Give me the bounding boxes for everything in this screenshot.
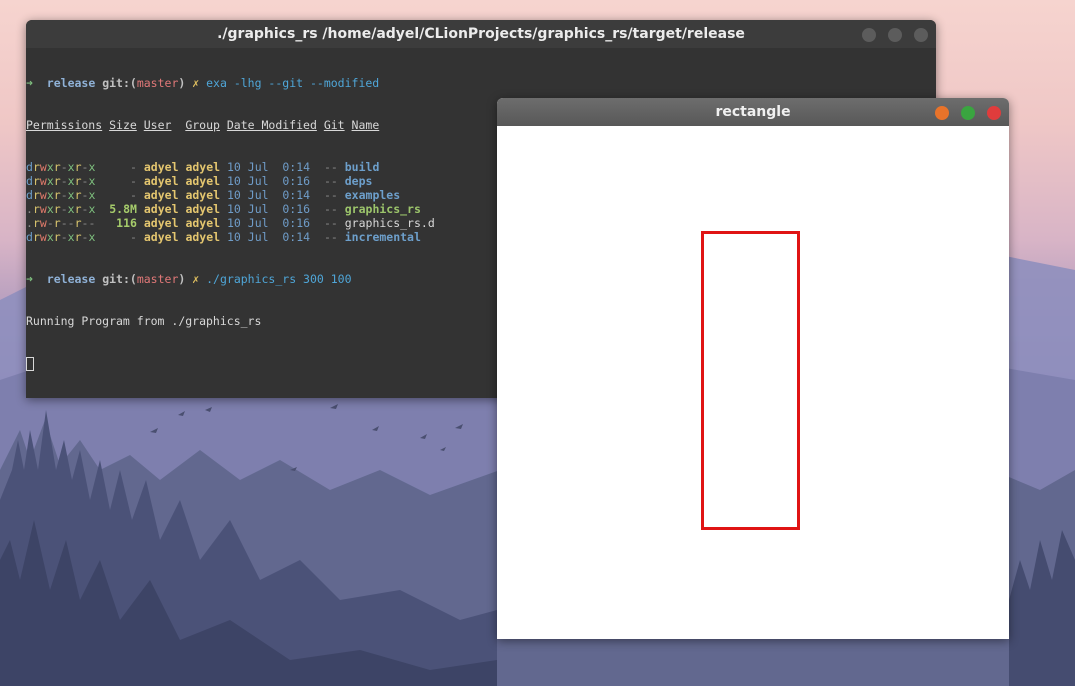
prompt-branch: master xyxy=(136,76,179,90)
rectangle-titlebar[interactable]: rectangle xyxy=(497,98,1009,126)
close-button[interactable] xyxy=(914,28,928,42)
row-date: 10 Jul 0:14 xyxy=(227,188,311,202)
row-git: -- xyxy=(323,160,338,174)
prompt-dir: release xyxy=(46,272,96,286)
header-size: Size xyxy=(109,118,137,132)
row-git: -- xyxy=(323,202,338,216)
row-user: adyel xyxy=(143,216,179,230)
row-group: adyel xyxy=(185,174,221,188)
terminal-window-controls xyxy=(862,28,928,42)
row-git: -- xyxy=(323,216,338,230)
row-user: adyel xyxy=(143,188,179,202)
row-name: build xyxy=(344,160,380,174)
row-group: adyel xyxy=(185,188,221,202)
row-date: 10 Jul 0:16 xyxy=(227,174,311,188)
row-permissions: drwxr-xr-x xyxy=(26,188,96,202)
terminal-titlebar[interactable]: ./graphics_rs /home/adyel/CLionProjects/… xyxy=(26,20,936,48)
row-permissions: .rw-r--r-- xyxy=(26,216,96,230)
row-git: -- xyxy=(323,188,338,202)
maximize-button[interactable] xyxy=(961,106,975,120)
command-text: exa -lhg --git --modified xyxy=(206,76,380,90)
row-group: adyel xyxy=(185,216,221,230)
row-git: -- xyxy=(323,174,338,188)
prompt-git: git:( xyxy=(102,272,137,286)
row-size: 5.8M xyxy=(102,202,137,216)
row-date: 10 Jul 0:16 xyxy=(227,202,311,216)
terminal-cursor xyxy=(26,356,34,371)
header-name: Name xyxy=(351,118,380,132)
row-size: - xyxy=(102,230,137,244)
header-git: Git xyxy=(323,118,345,132)
row-user: adyel xyxy=(143,174,179,188)
rectangle-window-controls xyxy=(935,106,1001,120)
row-permissions: drwxr-xr-x xyxy=(26,160,96,174)
prompt-arrow-icon: ➜ xyxy=(26,272,33,286)
header-permissions: Permissions xyxy=(26,118,103,132)
row-name: examples xyxy=(344,188,401,202)
row-user: adyel xyxy=(143,202,179,216)
row-size: 116 xyxy=(102,216,137,230)
row-name: deps xyxy=(344,174,373,188)
dirty-icon: ✗ xyxy=(192,272,200,286)
prompt-git-end: ) xyxy=(178,76,186,90)
row-date: 10 Jul 0:16 xyxy=(227,216,311,230)
row-size: - xyxy=(102,160,137,174)
row-permissions: drwxr-xr-x xyxy=(26,230,96,244)
drawing-canvas[interactable] xyxy=(497,126,1009,639)
red-rectangle-shape xyxy=(701,231,800,530)
prompt-line-1: ➜ release git:(master) ✗ exa -lhg --git … xyxy=(26,76,936,90)
prompt-dir: release xyxy=(46,76,96,90)
minimize-button[interactable] xyxy=(935,106,949,120)
row-group: adyel xyxy=(185,160,221,174)
row-name: graphics_rs.d xyxy=(344,216,435,230)
row-git: -- xyxy=(323,230,338,244)
row-name: incremental xyxy=(344,230,421,244)
row-user: adyel xyxy=(143,160,179,174)
row-group: adyel xyxy=(185,230,221,244)
row-date: 10 Jul 0:14 xyxy=(227,160,311,174)
row-permissions: drwxr-xr-x xyxy=(26,174,96,188)
minimize-button[interactable] xyxy=(862,28,876,42)
header-user: User xyxy=(143,118,172,132)
header-group: Group xyxy=(185,118,220,132)
prompt-branch: master xyxy=(136,272,179,286)
terminal-title: ./graphics_rs /home/adyel/CLionProjects/… xyxy=(217,26,745,42)
command-text: ./graphics_rs 300 100 xyxy=(206,272,352,286)
maximize-button[interactable] xyxy=(888,28,902,42)
row-group: adyel xyxy=(185,202,221,216)
rectangle-title: rectangle xyxy=(715,104,791,120)
prompt-git-end: ) xyxy=(178,272,186,286)
row-date: 10 Jul 0:14 xyxy=(227,230,311,244)
header-date-modified: Date Modified xyxy=(226,118,317,132)
close-button[interactable] xyxy=(987,106,1001,120)
prompt-arrow-icon: ➜ xyxy=(26,76,33,90)
row-permissions: .rwxr-xr-x xyxy=(26,202,96,216)
row-size: - xyxy=(102,174,137,188)
row-size: - xyxy=(102,188,137,202)
dirty-icon: ✗ xyxy=(192,76,200,90)
prompt-git: git:( xyxy=(102,76,137,90)
row-user: adyel xyxy=(143,230,179,244)
row-name: graphics_rs xyxy=(344,202,421,216)
rectangle-window[interactable]: rectangle xyxy=(497,98,1009,639)
